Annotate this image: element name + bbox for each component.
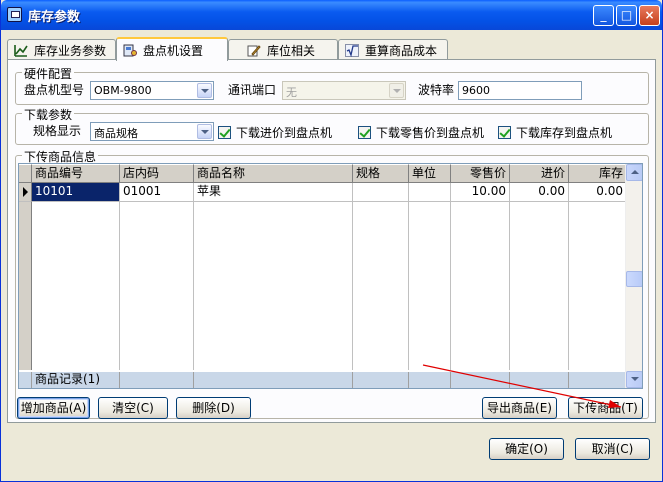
inventory-params-window: 库存参数 _ □ × 库存业务参数 盘点机设置 库位相关 重算商品成本 硬件配置…: [0, 0, 663, 482]
annotation-arrow: [422, 364, 622, 408]
device-icon: [123, 44, 137, 57]
tab-counter-settings[interactable]: 盘点机设置: [116, 37, 228, 61]
tab-label: 盘点机设置: [143, 43, 204, 58]
